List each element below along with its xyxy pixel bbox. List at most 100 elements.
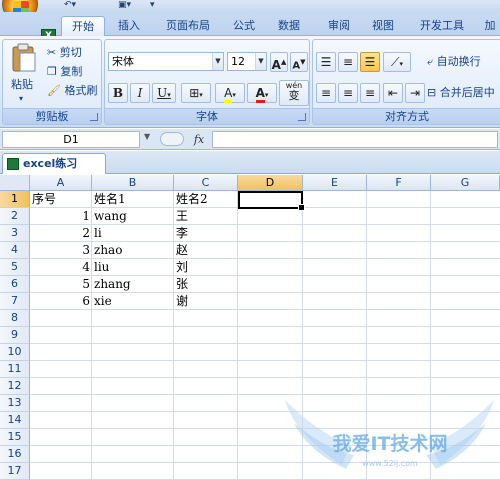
font-name-select[interactable]: 宋体 ▼ xyxy=(108,52,224,71)
increase-indent-button[interactable]: ⇥ xyxy=(405,83,425,103)
copy-button[interactable]: ❐ 复制 xyxy=(47,64,82,80)
tab-data[interactable]: 数据 xyxy=(272,16,306,36)
row-header-2[interactable]: 2 xyxy=(0,208,30,225)
font-size-value: 12 xyxy=(231,55,245,68)
cell-c3[interactable]: 李 xyxy=(174,225,238,242)
grow-font-icon: A xyxy=(271,58,281,72)
row-header-10[interactable]: 10 xyxy=(0,344,30,361)
cell-b5[interactable]: liu xyxy=(92,259,174,276)
row-header-4[interactable]: 4 xyxy=(0,242,30,259)
align-center-button[interactable]: ≡ xyxy=(338,83,358,103)
cell-b2[interactable]: wang xyxy=(92,208,174,225)
bold-button[interactable]: B xyxy=(108,83,128,103)
row-header-9[interactable]: 9 xyxy=(0,327,30,344)
column-header-g[interactable]: G xyxy=(431,175,500,191)
decrease-indent-button[interactable]: ⇤ xyxy=(383,83,403,103)
cell-c4[interactable]: 赵 xyxy=(174,242,238,259)
tab-addins[interactable]: 加 xyxy=(480,16,500,36)
font-size-select[interactable]: 12 ▼ xyxy=(227,52,267,71)
align-middle-button[interactable]: ≡ xyxy=(338,52,358,72)
cell-b1[interactable]: 姓名1 xyxy=(92,191,174,208)
cut-button[interactable]: ✂ 剪切 xyxy=(47,45,82,61)
cell-b7[interactable]: xie xyxy=(92,293,174,310)
align-left-button[interactable]: ≡ xyxy=(316,83,336,103)
align-top-button[interactable]: ☰ xyxy=(316,52,336,72)
cell-a3[interactable]: 2 xyxy=(30,225,92,242)
name-box-dropdown-icon[interactable]: ▼ xyxy=(144,132,150,141)
borders-button[interactable]: ⊞▾ xyxy=(181,83,211,103)
grid-column-line xyxy=(366,191,367,480)
cell-b3[interactable]: li xyxy=(92,225,174,242)
align-bottom-button[interactable]: ☰ xyxy=(360,52,380,72)
cell-c5[interactable]: 刘 xyxy=(174,259,238,276)
row-header-16[interactable]: 16 xyxy=(0,446,30,463)
active-cell-d1[interactable] xyxy=(238,191,305,211)
column-header-a[interactable]: A xyxy=(30,175,92,191)
print-preview-icon[interactable]: ▣▾ xyxy=(118,0,131,10)
clipboard-launcher-icon[interactable] xyxy=(90,113,98,121)
cell-b4[interactable]: zhao xyxy=(92,242,174,259)
cell-c1[interactable]: 姓名2 xyxy=(174,191,238,208)
name-box[interactable]: D1 xyxy=(2,131,140,148)
worksheet-grid[interactable]: ABCDEFG 1 2 3 4 5 6 7 8 9 10 11 12 13 14 15 16 17 序号 姓名1 姓… xyxy=(0,175,500,480)
row-header-13[interactable]: 13 xyxy=(0,395,30,412)
cell-a4[interactable]: 3 xyxy=(30,242,92,259)
cell-a7[interactable]: 6 xyxy=(30,293,92,310)
cell-a5[interactable]: 4 xyxy=(30,259,92,276)
tab-page-layout[interactable]: 页面布局 xyxy=(160,16,216,36)
row-header-5[interactable]: 5 xyxy=(0,259,30,276)
tab-review[interactable]: 审阅 xyxy=(322,16,356,36)
workbook-tab[interactable]: excel练习1.xls xyxy=(2,153,106,189)
row-header-14[interactable]: 14 xyxy=(0,412,30,429)
merge-center-button[interactable]: ⊟ 合并后居中 xyxy=(427,85,495,101)
row-header-8[interactable]: 8 xyxy=(0,310,30,327)
shrink-font-button[interactable]: A▼ xyxy=(290,52,308,72)
font-color-button[interactable]: A▾ xyxy=(247,83,277,103)
cell-c2[interactable]: 王 xyxy=(174,208,238,225)
column-header-b[interactable]: B xyxy=(92,175,174,191)
grow-font-button[interactable]: A▲ xyxy=(270,52,288,72)
format-painter-button[interactable]: 🖌 格式刷 xyxy=(47,83,97,99)
row-header-1[interactable]: 1 xyxy=(0,191,30,208)
tab-view[interactable]: 视图 xyxy=(366,16,400,36)
row-header-6[interactable]: 6 xyxy=(0,276,30,293)
row-header-12[interactable]: 12 xyxy=(0,378,30,395)
column-header-e[interactable]: E xyxy=(303,175,367,191)
row-header-3[interactable]: 3 xyxy=(0,225,30,242)
wrap-text-button[interactable]: ⤶ 自动换行 xyxy=(427,54,481,70)
cell-c7[interactable]: 谢 xyxy=(174,293,238,310)
column-header-c[interactable]: C xyxy=(174,175,238,191)
font-launcher-icon[interactable] xyxy=(298,113,306,121)
tab-insert[interactable]: 插入 xyxy=(112,16,146,36)
wrap-text-label: 自动换行 xyxy=(436,55,481,68)
underline-button[interactable]: U▾ xyxy=(152,83,176,103)
column-header-f[interactable]: F xyxy=(367,175,431,191)
row-header-15[interactable]: 15 xyxy=(0,429,30,446)
undo-icon[interactable]: ↶▾ xyxy=(64,0,76,10)
increase-indent-icon: ⇥ xyxy=(409,86,421,100)
cell-a1[interactable]: 序号 xyxy=(30,191,92,208)
tab-home[interactable]: 开始 xyxy=(61,16,105,37)
tab-formulas[interactable]: 公式 xyxy=(227,16,261,36)
orientation-button[interactable]: ⟋▾ xyxy=(383,52,411,72)
tab-developer[interactable]: 开发工具 xyxy=(414,16,470,36)
customize-quick-access-icon[interactable]: ▾ xyxy=(150,0,155,10)
italic-button[interactable]: I xyxy=(130,83,150,103)
paste-button[interactable]: 粘贴 ▾ xyxy=(7,43,41,103)
align-right-button[interactable]: ≡ xyxy=(360,83,380,103)
font-group: 宋体 ▼ 12 ▼ A▲ A▼ B I U▾ ⊞▾ A▾ A▾ wén 变 字体 xyxy=(104,39,310,125)
cell-a6[interactable]: 5 xyxy=(30,276,92,293)
row-header-7[interactable]: 7 xyxy=(0,293,30,310)
formula-input[interactable] xyxy=(212,131,498,148)
column-header-d[interactable]: D xyxy=(238,175,303,191)
select-all-corner[interactable] xyxy=(0,175,30,191)
cell-b6[interactable]: zhang xyxy=(92,276,174,293)
underline-label: U xyxy=(157,86,168,100)
cell-c6[interactable]: 张 xyxy=(174,276,238,293)
row-header-17[interactable]: 17 xyxy=(0,463,30,480)
cell-a2[interactable]: 1 xyxy=(30,208,92,225)
phonetic-guide-button[interactable]: wén 变 xyxy=(279,80,309,106)
insert-function-button[interactable]: fx xyxy=(188,131,210,148)
row-header-11[interactable]: 11 xyxy=(0,361,30,378)
fill-color-button[interactable]: A▾ xyxy=(215,83,245,103)
